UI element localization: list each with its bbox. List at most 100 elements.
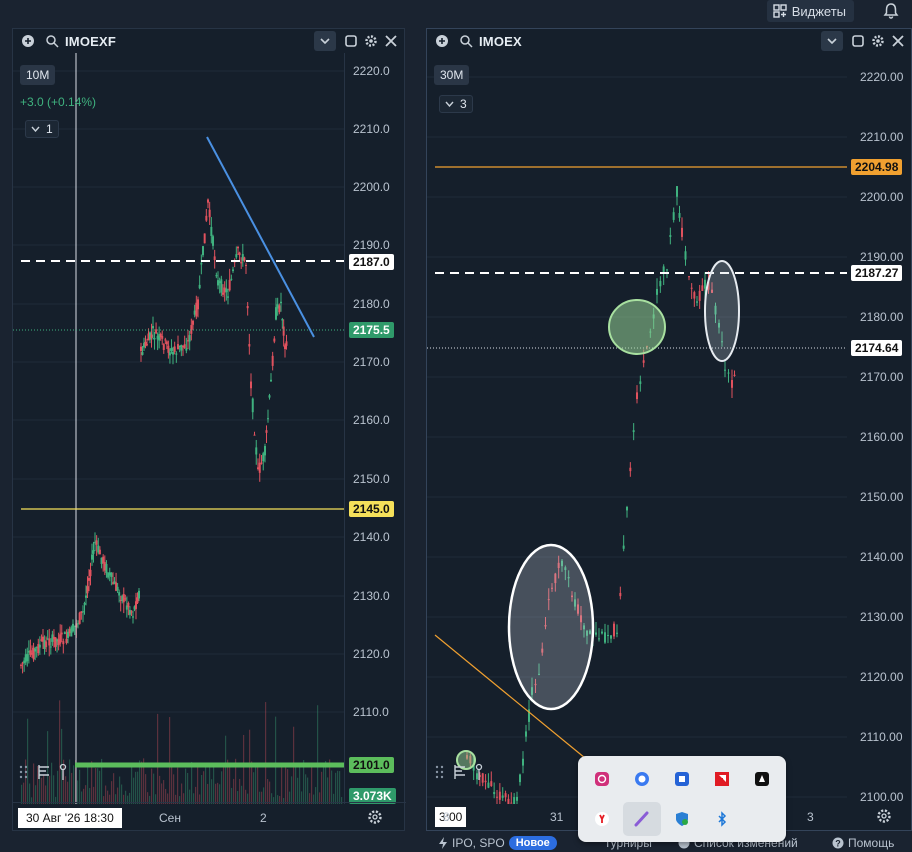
add-icon[interactable]	[435, 34, 449, 48]
candle-body	[681, 227, 683, 237]
tray-app-yandex-icon[interactable]	[589, 806, 615, 832]
candle-body	[601, 631, 603, 634]
candle-body	[225, 288, 228, 293]
candle-body	[607, 634, 609, 636]
bluetooth-icon[interactable]	[709, 806, 735, 832]
pin-tool-icon[interactable]	[59, 763, 67, 781]
candle-body	[659, 281, 662, 287]
ticker-label[interactable]: IMOEXF	[65, 34, 116, 49]
tray-app-security-icon[interactable]	[669, 806, 695, 832]
candle-body	[88, 577, 90, 581]
maximize-icon[interactable]	[344, 34, 358, 48]
volume-bar	[29, 783, 31, 804]
candle-body	[268, 395, 271, 398]
tray-app-chat-icon[interactable]	[629, 766, 655, 792]
volume-bar	[299, 765, 301, 804]
highlight-ellipse-small[interactable]	[704, 260, 740, 362]
candle-body	[504, 793, 507, 798]
gear-icon[interactable]	[871, 34, 885, 48]
candle-body	[82, 611, 84, 613]
candle-body	[487, 782, 490, 788]
tray-app-dark-icon[interactable]	[749, 766, 775, 792]
candle-body	[89, 569, 92, 577]
widgets-button[interactable]: Виджеты	[766, 0, 854, 22]
fib-tool-icon[interactable]	[453, 764, 467, 780]
volume-bar	[159, 775, 161, 804]
drawing-tools	[435, 763, 483, 781]
close-icon[interactable]	[891, 34, 905, 48]
candle-body	[62, 641, 65, 645]
y-tick: 2150.0	[353, 472, 390, 486]
ipo-link[interactable]: IPO, SPO Новое	[438, 836, 557, 850]
candlestick-chart[interactable]	[427, 53, 847, 804]
fib-tool-icon[interactable]	[37, 764, 51, 780]
search-icon[interactable]	[459, 34, 473, 48]
chart-settings-icon[interactable]	[367, 809, 383, 825]
time-axis[interactable]: 30 Авг '26 18:30 Сен 2	[13, 802, 406, 830]
panel-header: IMOEXF	[13, 29, 404, 53]
tray-app-pen-icon[interactable]	[623, 802, 661, 836]
volume-bar	[205, 766, 207, 804]
timeframe-badge[interactable]: 30M	[434, 65, 470, 85]
gear-icon[interactable]	[364, 34, 378, 48]
price-candles	[20, 198, 288, 674]
candle-body	[235, 254, 238, 258]
panel-dropdown-button[interactable]	[314, 31, 336, 51]
volume-bar	[335, 772, 337, 804]
candle-body	[230, 278, 233, 280]
trend-line[interactable]	[206, 136, 315, 338]
bell-icon[interactable]	[882, 2, 900, 20]
tray-app-amd-icon[interactable]	[709, 766, 735, 792]
drag-handle-icon[interactable]	[435, 765, 445, 779]
candle-body	[45, 641, 48, 648]
candle-body	[281, 319, 284, 321]
y-tick: 2130.0	[353, 589, 390, 603]
y-tick: 2140.0	[353, 530, 390, 544]
candle-body	[690, 287, 693, 289]
tray-app-square-icon[interactable]	[669, 766, 695, 792]
indicators-toggle[interactable]: 1	[25, 120, 59, 138]
ticker-label[interactable]: IMOEX	[479, 34, 522, 49]
price-axis[interactable]: 2220.00 2210.00 2200.00 2190.00 2180.00 …	[847, 53, 912, 804]
candle-body	[613, 623, 615, 637]
tray-app-instagram-icon[interactable]	[589, 766, 615, 792]
close-icon[interactable]	[384, 34, 398, 48]
candle-body	[257, 467, 259, 469]
add-icon[interactable]	[21, 34, 35, 48]
drag-handle-icon[interactable]	[19, 765, 29, 779]
maximize-icon[interactable]	[851, 34, 865, 48]
volume-bar	[41, 777, 43, 804]
candle-body	[63, 632, 66, 634]
candlestick-chart[interactable]	[13, 53, 344, 804]
crosshair-date-badge: 30 Авг '26 18:30	[18, 808, 122, 828]
pin-tool-icon[interactable]	[475, 763, 483, 781]
volume-bar	[265, 702, 267, 804]
widgets-icon	[772, 4, 787, 18]
volume-bar	[91, 761, 93, 804]
candle-body	[170, 347, 173, 351]
volume-bar	[181, 783, 183, 804]
timeframe-badge[interactable]: 10M	[20, 65, 56, 85]
candle-body	[72, 623, 74, 632]
help-link[interactable]: ? Помощь	[832, 836, 894, 850]
chart-settings-icon[interactable]	[876, 808, 892, 824]
candle-body	[493, 792, 496, 795]
panel-dropdown-button[interactable]	[821, 31, 843, 51]
candle-body	[215, 275, 218, 277]
volume-bar	[145, 774, 147, 804]
highlight-ellipse-large[interactable]	[507, 543, 595, 711]
candle-body	[258, 462, 261, 473]
highlight-ellipse-green[interactable]	[608, 299, 666, 355]
candle-body	[212, 236, 214, 246]
volume-bar	[269, 781, 271, 804]
x-tick: 3	[807, 810, 814, 824]
candle-body	[232, 269, 234, 272]
search-icon[interactable]	[45, 34, 59, 48]
volume-bar	[213, 763, 215, 804]
candle-body	[190, 325, 193, 334]
indicators-toggle[interactable]: 3	[439, 95, 473, 113]
y-tick: 2220.00	[860, 70, 904, 84]
candle-body	[246, 305, 249, 309]
indicator-count: 3	[460, 97, 467, 111]
price-axis[interactable]: 2220.0 2210.0 2200.0 2190.0 2180.0 2170.…	[344, 53, 406, 804]
